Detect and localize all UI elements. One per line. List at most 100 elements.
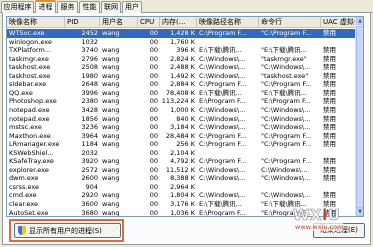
table-cell: wang	[102, 29, 120, 37]
scroll-up-arrow-icon[interactable]: ▲	[356, 17, 363, 25]
table-row[interactable]: cmd.exe 2920 wang 00 1,804 K C:\Windows\... "C…	[7, 191, 363, 200]
scrollbar-thumb[interactable]	[356, 26, 363, 208]
table-row[interactable]: taskhost.exe 2508 wang 00 2,488 K C:\Windows\…	[7, 63, 363, 72]
column-header-0[interactable]: 映像名称	[7, 17, 65, 28]
table-cell: taskhost.exe	[9, 63, 51, 72]
table-row[interactable]: notepad.exe 1856 wang 00 840 K C:\Windows\...…	[7, 115, 363, 124]
table-cell: 2,488 K	[170, 63, 195, 72]
table-row[interactable]: Maxthon.exe 3964 wang 00 28,484 K C:\Program …	[7, 132, 363, 141]
table-cell: QQ.exe	[9, 88, 33, 97]
tab-4[interactable]: 联网	[101, 1, 121, 13]
watermark-logo: WXiU www.wxiu.com	[293, 206, 344, 231]
table-row[interactable]: Photoshop.exe 2380 wang 00 113,224 K E:\Progr…	[7, 97, 363, 106]
table-cell: 1980	[81, 71, 98, 80]
table-cell	[321, 183, 357, 192]
table-cell: 1032	[81, 37, 98, 46]
table-cell: wang	[102, 114, 120, 123]
table-row[interactable]: TXPlatform... 3740 wang 00 396 K E:\下载\腾讯... "…	[7, 46, 363, 55]
tab-2[interactable]: 服务	[57, 1, 78, 13]
table-cell: csrss.exe	[9, 182, 40, 191]
show-all-users-processes-label: 显示所有用户的进程(S)	[29, 226, 102, 235]
tab-1[interactable]: 进程	[35, 0, 56, 14]
table-row[interactable]: mstsc.exe 3236 wang 00 3,184 K C:\Windows\...…	[7, 123, 363, 132]
table-cell: 00	[149, 140, 158, 149]
column-header-4[interactable]: 内存(...	[160, 17, 197, 28]
table-cell: 904	[85, 182, 98, 191]
column-header-row: 映像名称PID用户名CPU内存(...映像路径名称命令行UAC 虚拟化	[7, 17, 363, 28]
table-row[interactable]: sidebar.exe 2648 wang 00 2,884 K C:\Program F…	[7, 80, 363, 89]
table-cell: "C:\Windows\...	[261, 105, 311, 114]
table-cell: 3428	[81, 105, 98, 114]
table-cell: 00	[149, 131, 158, 140]
table-cell: "C:\Windows\...	[261, 123, 311, 132]
table-row[interactable]: KSafeTray.exe 3920 wang 00 4,792 K C:\Program…	[7, 157, 363, 166]
table-cell: wang	[102, 46, 120, 55]
table-cell: 00	[149, 157, 158, 166]
table-row[interactable]: csrss.exe 904 00 2,964 K	[7, 183, 363, 192]
table-row[interactable]: winlogon.exe 1032 00 1,760 K	[7, 38, 363, 47]
table-row[interactable]: WTSvc.exe 2452 wang 00 1,428 K C:\Program F..…	[7, 29, 363, 38]
table-row[interactable]: dwm.exe 2600 wang 00 8,388 K C:\Windows\... "C…	[7, 174, 363, 183]
table-cell: 3996	[81, 88, 98, 97]
table-cell: Photoshop.exe	[9, 97, 57, 106]
table-cell: E:\Program F...	[199, 97, 246, 106]
process-list[interactable]: 映像名称PID用户名CPU内存(...映像路径名称命令行UAC 虚拟化 WTSv…	[6, 16, 364, 217]
table-cell: KSWebShiel...	[9, 148, 54, 157]
table-cell: wang	[102, 191, 120, 200]
column-header-2[interactable]: 用户名	[100, 17, 138, 28]
table-cell: KSafeTray.exe	[9, 157, 54, 166]
column-header-3[interactable]: CPU	[138, 17, 160, 28]
table-cell: 1184	[81, 140, 98, 149]
table-cell: 78,408 K	[165, 88, 195, 97]
table-cell: 00	[149, 97, 158, 106]
table-row[interactable]: LRmanager.exe 1184 wang 00 256 K C:\Program F…	[7, 140, 363, 149]
table-cell	[259, 38, 321, 47]
table-cell: 8,388 K	[170, 174, 195, 183]
table-cell: wang	[102, 63, 120, 72]
vertical-scrollbar[interactable]: ▲ ▼	[355, 17, 363, 216]
table-row[interactable]: QQ.exe 3996 wang 00 78,408 K E:\下载\腾讯... "E:\下…	[7, 89, 363, 98]
table-cell: 2032	[81, 148, 98, 157]
table-cell: clear.exe	[9, 200, 39, 208]
show-all-users-processes-button[interactable]: 显示所有用户的进程(S)	[14, 223, 121, 238]
table-cell: 00	[149, 148, 158, 157]
tab-0[interactable]: 应用程序	[1, 1, 34, 13]
table-cell: 3600	[81, 200, 98, 208]
table-cell: 2920	[81, 191, 98, 200]
table-cell: 00	[149, 208, 158, 217]
column-header-5[interactable]: 映像路径名称	[197, 17, 259, 28]
table-cell	[100, 183, 138, 192]
column-header-1[interactable]: PID	[65, 17, 100, 28]
table-cell: "C:\Windows\...	[261, 114, 311, 123]
table-row[interactable]: notepad.exe 3428 wang 00 1,000 K C:\Windows\.…	[7, 106, 363, 115]
table-cell: 00	[149, 174, 158, 183]
table-cell: C:\Windows\...	[199, 63, 246, 72]
table-cell: C:\Program F...	[199, 80, 247, 89]
table-cell: 1,000 K	[170, 105, 195, 114]
table-cell: 禁用	[323, 140, 336, 149]
tab-5[interactable]: 用户	[122, 1, 142, 13]
table-cell: 28,484 K	[165, 131, 195, 140]
column-header-7[interactable]: UAC 虚拟化	[321, 17, 357, 28]
table-cell: 3,176 K	[170, 200, 195, 208]
table-cell: "taskhost.exe"	[261, 71, 309, 80]
table-cell: 256 K	[176, 140, 195, 149]
table-cell: wang	[102, 97, 120, 106]
table-row[interactable]: explorer.exe 2572 wang 00 11,512 K C:\Windows…	[7, 166, 363, 175]
table-row[interactable]: taskmgr.exe 2796 wang 00 2,824 K C:\Windows\.…	[7, 55, 363, 64]
table-cell: 2508	[81, 63, 98, 72]
table-cell: C:\Windows\...	[199, 114, 246, 123]
table-cell: cmd.exe	[9, 191, 37, 200]
table-cell	[100, 149, 138, 158]
tab-3[interactable]: 性能	[79, 1, 100, 13]
table-row[interactable]: taskhost.exe 1980 wang 00 1,492 K C:\Windows\…	[7, 72, 363, 81]
column-header-6[interactable]: 命令行	[259, 17, 321, 28]
table-cell: 1,492 K	[170, 71, 195, 80]
table-cell: C:\Windows\...	[199, 165, 246, 174]
table-cell: 3964	[81, 131, 98, 140]
table-cell: 00	[149, 165, 158, 174]
table-cell: "C:\Program F...	[261, 80, 312, 89]
table-row[interactable]: KSWebShiel... 2032 00 2,104 K	[7, 149, 363, 158]
table-cell: 00	[149, 80, 158, 89]
table-cell: 禁用	[323, 105, 336, 114]
